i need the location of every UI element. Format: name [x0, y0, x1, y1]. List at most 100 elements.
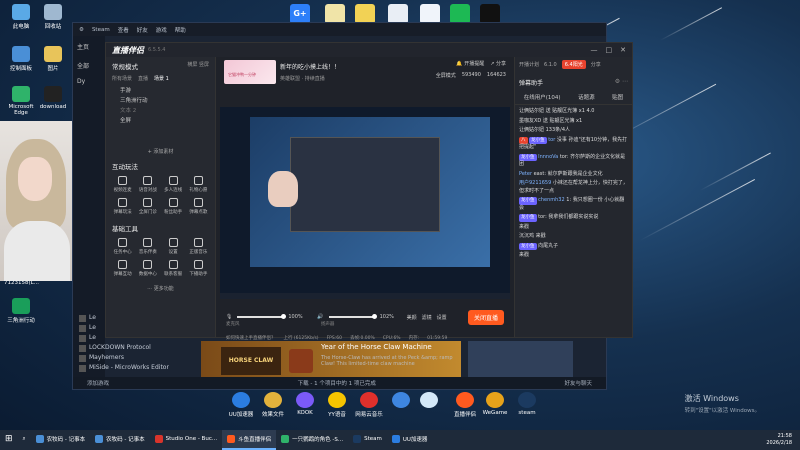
danmu-message[interactable]: 八 龙小鱼 tor 没事 孙迪"还有10分钟，我先打把提起" — [519, 136, 628, 152]
scene-tab-scene1[interactable]: 场景 1 — [154, 75, 169, 82]
desktop-icon[interactable]: 网易云音乐 — [352, 392, 386, 418]
tool-button[interactable]: 设置 — [161, 238, 186, 255]
tool-button[interactable]: 礼物心愿 — [186, 176, 211, 193]
danmu-message[interactable]: 让俩姑尔妞 133条/4人 — [519, 127, 628, 135]
minimize-icon[interactable]: — — [591, 46, 598, 54]
steam-all-label[interactable]: 全部 — [73, 57, 105, 74]
tool-button[interactable]: 下播助手 — [186, 260, 211, 277]
tool-button[interactable]: 全屏门诊 — [135, 198, 160, 215]
username[interactable]: InnnoVa — [538, 154, 558, 160]
danmu-message[interactable]: 墨咖友XD 送 贴靓区光簿 x1 — [519, 118, 628, 126]
danmu-message[interactable]: 龙小鱼 向尾丸子 — [519, 242, 628, 250]
settings-button[interactable]: 设置 — [437, 314, 447, 321]
desktop-icon[interactable]: G+ — [290, 4, 310, 24]
bell-icon[interactable]: 🔔 开播提醒 — [456, 60, 484, 67]
help-hint[interactable]: 如何快速上手直播伴侣？ — [226, 335, 276, 341]
maximize-icon[interactable]: □ — [606, 46, 613, 54]
steam-menu-help[interactable]: 帮助 — [175, 26, 186, 34]
mic-icon[interactable]: 🎙 — [226, 314, 232, 320]
more-functions-button[interactable]: ⋯ 更多功能 — [106, 285, 215, 292]
tool-button[interactable]: 联系客服 — [161, 260, 186, 277]
danmu-tools-icon[interactable]: ⚙ ⋯ — [615, 78, 628, 87]
game-list-item[interactable]: LOCKDOWN Protocol — [79, 343, 209, 353]
search-button[interactable]: ⌕ — [18, 430, 31, 450]
danmu-message[interactable]: 来戳 — [519, 224, 628, 232]
desktop-icon[interactable] — [480, 4, 500, 24]
stream-preview[interactable] — [220, 107, 510, 299]
steam-home-label[interactable]: 主页 — [73, 36, 105, 57]
scene-item[interactable]: 文本 2 — [112, 106, 209, 116]
mic-slider[interactable] — [237, 314, 286, 319]
tool-button[interactable]: 正版音乐 — [186, 238, 211, 255]
steam-menu-view[interactable]: 查看 — [118, 26, 129, 34]
view-tab-portrait[interactable]: 竖屏 — [199, 62, 209, 68]
steam-thumbnails[interactable] — [468, 341, 573, 381]
tool-button[interactable]: 弹幕玩法 — [110, 198, 135, 215]
game-list-item[interactable]: Mayhemers — [79, 353, 209, 363]
mode-selector[interactable]: 常规模式 横屏 竖屏 — [106, 57, 215, 75]
desktop-icon[interactable] — [325, 4, 345, 24]
tool-button[interactable]: 数据中心 — [135, 260, 160, 277]
filter-button[interactable]: 滤镜 — [422, 314, 432, 321]
desktop-icon[interactable]: 三角洲行动 — [4, 298, 38, 324]
top-tab[interactable]: 6.4阳光 — [561, 60, 586, 69]
danmu-message[interactable]: 来戳 — [519, 252, 628, 260]
desktop-icon[interactable] — [412, 392, 446, 410]
danmu-message[interactable]: Peter east: 就尔萨斯跟我是企业文化 — [519, 171, 628, 179]
taskbar-item[interactable]: Studio One - Buc... — [150, 430, 222, 450]
view-tab-landscape[interactable]: 横屏 — [187, 62, 197, 68]
danmu-message[interactable]: 龙小鱼 chenmh32 1: 我只想圈一份 小心就翻会 — [519, 197, 628, 212]
taskbar-item[interactable]: 农牧码 - 记事本 — [90, 430, 149, 450]
taskbar-item[interactable]: Steam — [348, 430, 387, 450]
desktop-icon[interactable]: Microsoft Edge — [4, 86, 38, 116]
desktop-icon[interactable]: 图片 — [36, 46, 70, 72]
subtab-online[interactable]: 在线用户(104) — [524, 93, 561, 101]
add-game-button[interactable]: 添加游戏 — [87, 379, 109, 387]
scene-item[interactable]: 全屏 — [112, 116, 209, 126]
desktop-icon[interactable]: 直播伴侣 — [448, 392, 482, 418]
friends-chat-button[interactable]: 好友与聊天 — [564, 379, 592, 387]
tool-button[interactable]: 粉丝助手 — [161, 198, 186, 215]
top-tab[interactable]: 分享 — [591, 61, 601, 68]
tool-button[interactable]: 任务中心 — [110, 238, 135, 255]
speaker-icon[interactable]: 🔊 — [317, 314, 323, 320]
promo-text-block[interactable]: Year of the Horse Claw Machine The Horse… — [321, 343, 461, 367]
desktop-icon[interactable]: 此电脑 — [4, 4, 38, 30]
desktop-icon[interactable]: KOOK — [288, 392, 322, 416]
live-companion-window[interactable]: 直播伴侣 6.5.5.4 — □ ✕ 常规模式 横屏 竖屏 所有场景 直播 场景… — [105, 42, 633, 341]
taskbar-item[interactable]: 农牧码 - 记事本 — [31, 430, 90, 450]
danmu-messages[interactable]: 让俩姑尔妞 送 贴靓区光簿 x1 4.0 墨咖友XD 送 贴靓区光簿 x1 让俩… — [515, 105, 632, 265]
desktop-icon[interactable] — [450, 4, 470, 24]
tool-button[interactable]: 音乐伴奏 — [135, 238, 160, 255]
room-cover[interactable]: 它猫冲鸭一分钟 — [224, 60, 276, 84]
game-list-item[interactable]: MiSide - MicroWorks Editor — [79, 363, 209, 373]
scene-item[interactable]: 手游 — [112, 86, 209, 96]
danmu-message[interactable]: 让俩姑尔妞 送 贴靓区光簿 x1 4.0 — [519, 108, 628, 116]
danmu-message[interactable]: 龙小鱼 InnnoVa tor: 齐尔萨斯的企业文化就是团 — [519, 153, 628, 169]
desktop-icon[interactable]: download — [36, 86, 70, 110]
download-status[interactable]: 下载 - 1 个项目中的 1 项已完成 — [298, 379, 376, 387]
desktop-icon[interactable] — [355, 4, 375, 24]
subtab-topic[interactable]: 话题源 — [578, 93, 595, 101]
taskbar-item[interactable]: 一只鹦鹉的角色 -S... — [276, 430, 348, 450]
close-icon[interactable]: ✕ — [620, 46, 626, 54]
username[interactable]: chenmh32 — [538, 197, 565, 203]
steam-menu-friends[interactable]: 好友 — [137, 26, 148, 34]
tool-button[interactable]: 多人连线 — [161, 176, 186, 193]
subtab-sticker[interactable]: 贴图 — [612, 93, 623, 101]
taskbar-item[interactable]: 斗鱼直播伴侣 — [222, 430, 277, 450]
start-button[interactable]: ⊞ — [0, 430, 18, 450]
danmu-message[interactable]: 龙小鱼 tor: 我拿我们都跟实说实说 — [519, 214, 628, 222]
desktop-icon[interactable]: 回收站 — [36, 4, 70, 30]
tool-button[interactable]: 弹幕互动 — [110, 260, 135, 277]
desktop-icon[interactable]: UU加速器 — [224, 392, 258, 418]
desktop-icon[interactable] — [420, 4, 440, 24]
scene-item[interactable]: 三角洲行动 — [112, 96, 209, 106]
username[interactable]: 用户9211659 — [519, 180, 551, 186]
stop-live-button[interactable]: 关闭直播 — [467, 309, 504, 325]
username[interactable]: Peter — [519, 171, 532, 177]
room-category[interactable]: 英雄联盟 · 持续直播 — [280, 75, 340, 82]
desktop-icon[interactable]: YY语音 — [320, 392, 354, 418]
steam-menu-games[interactable]: 游戏 — [156, 26, 167, 34]
desktop-icon[interactable]: steam — [510, 392, 544, 416]
